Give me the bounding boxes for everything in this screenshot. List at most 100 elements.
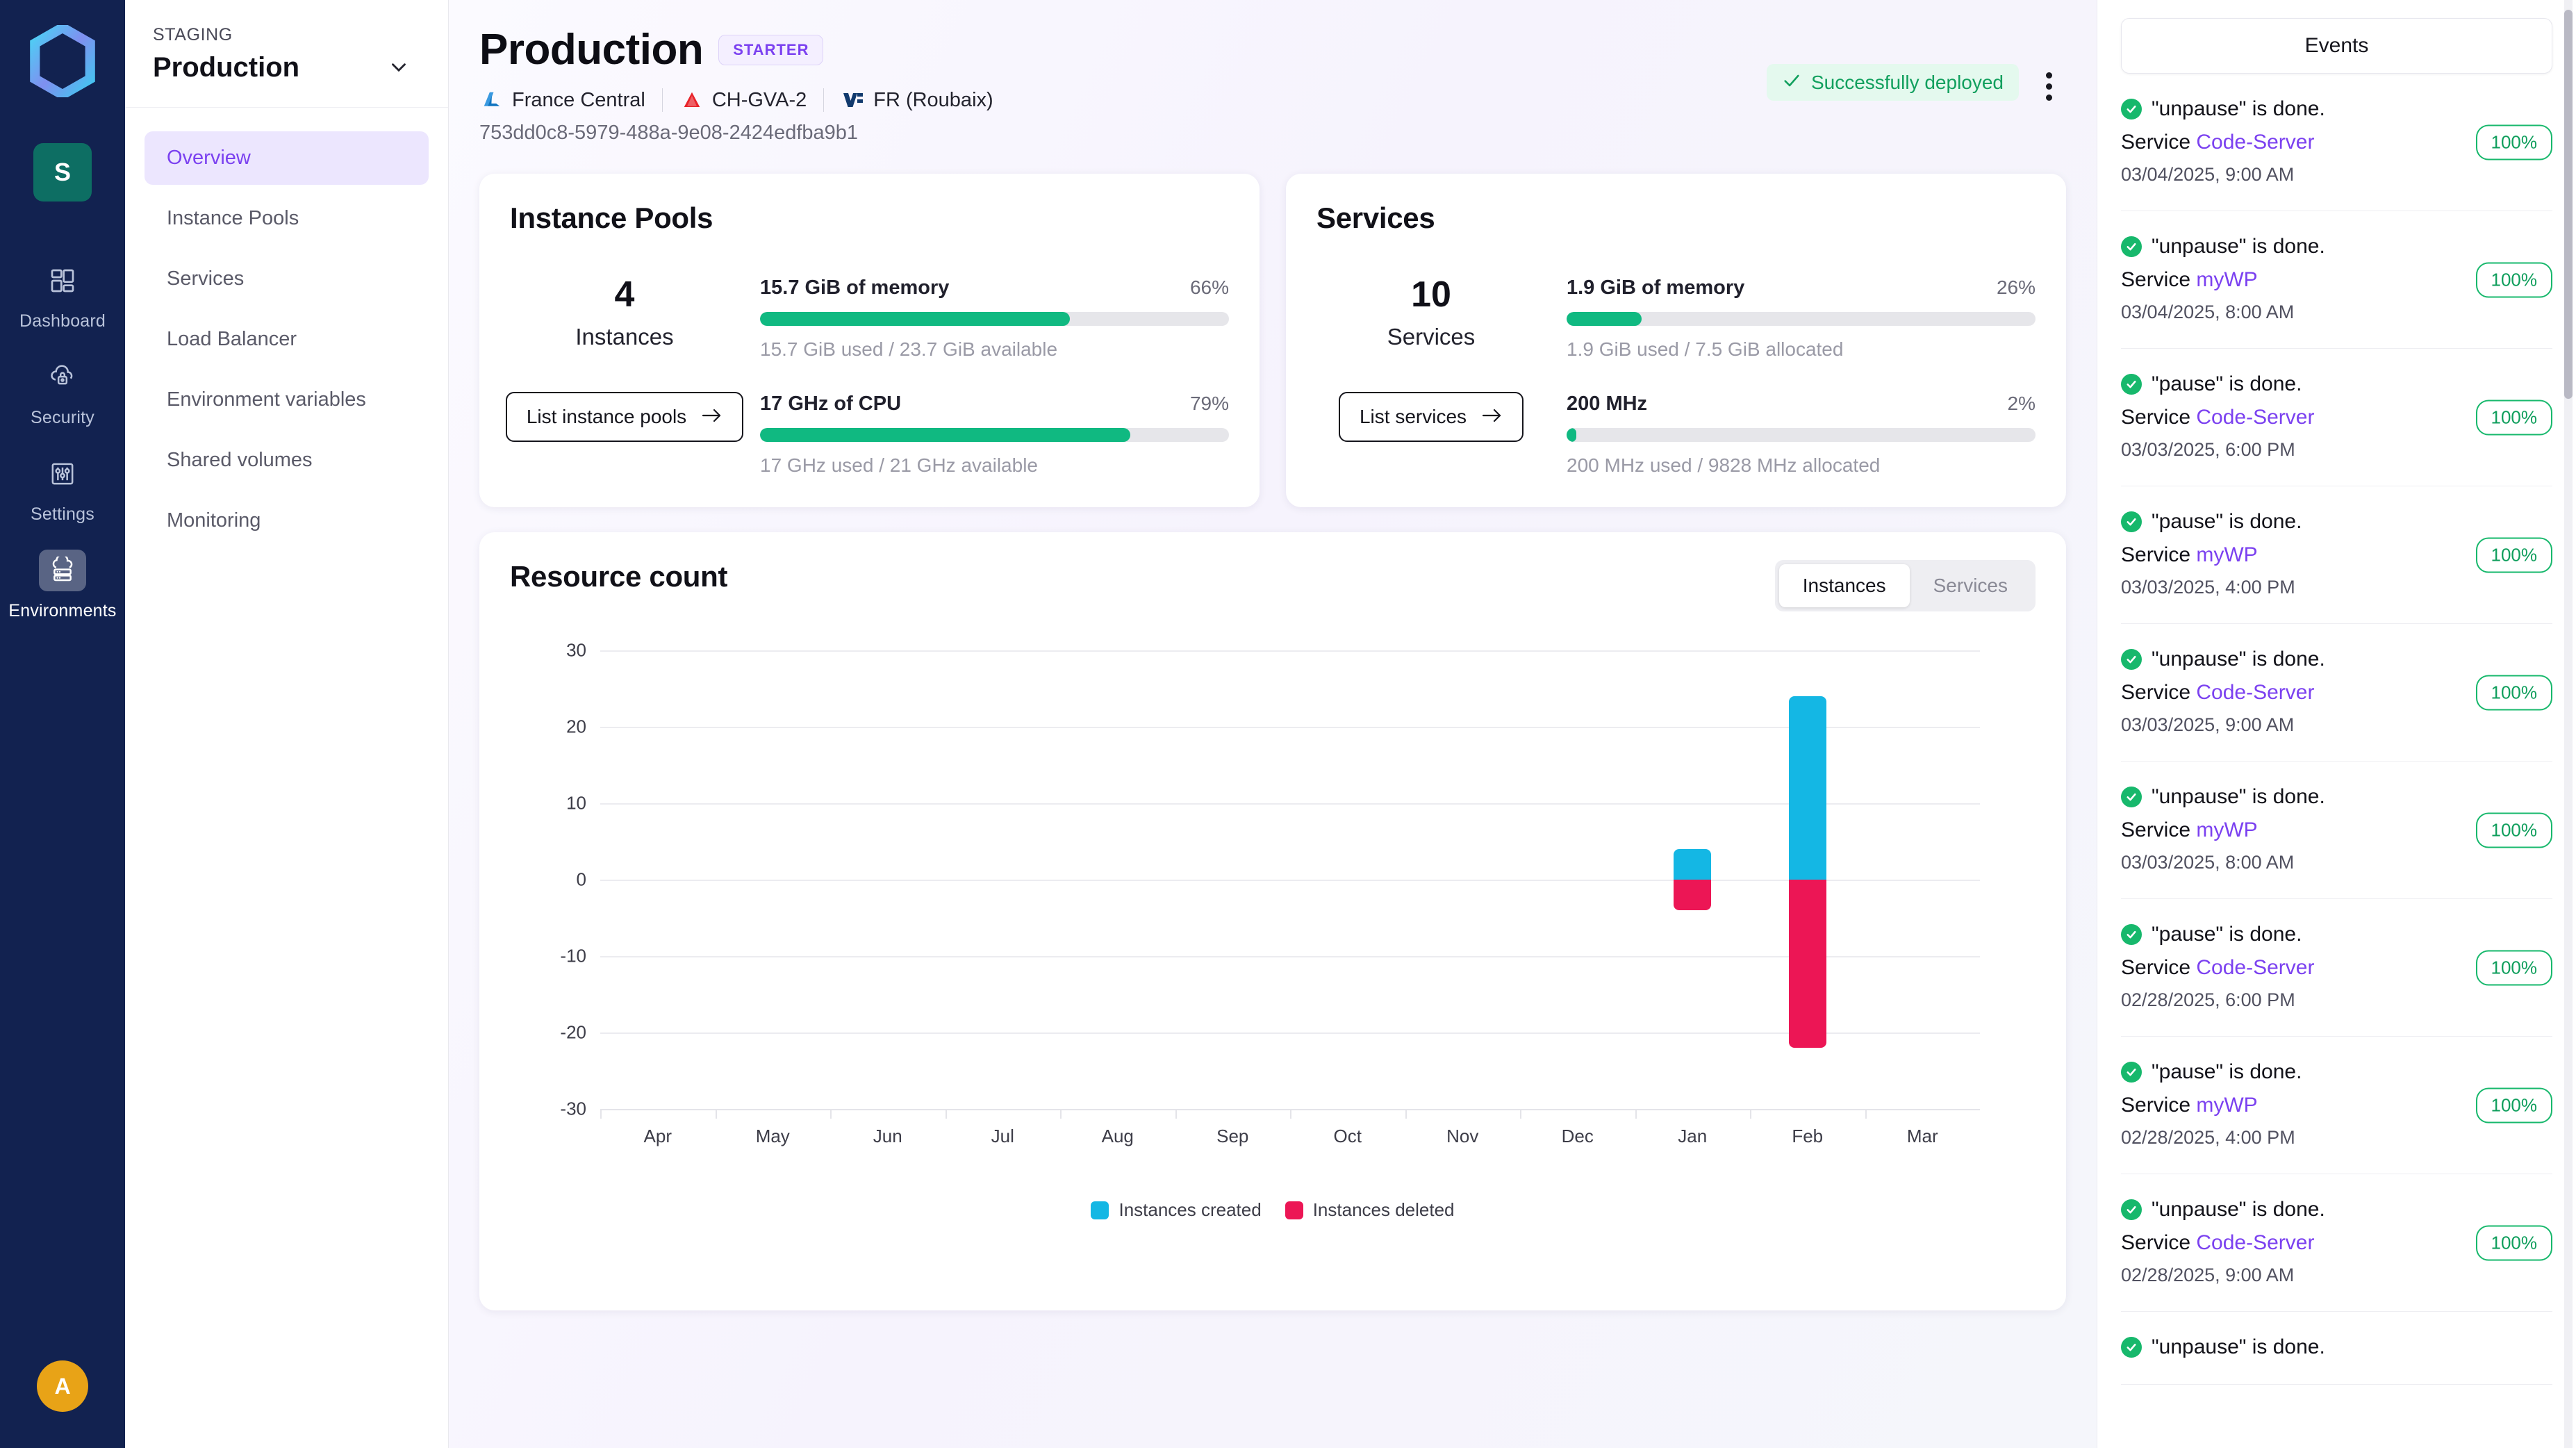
- event-title: "pause" is done.: [2121, 1060, 2552, 1084]
- bar-group[interactable]: [1788, 650, 1826, 1109]
- event-item[interactable]: "unpause" is done. Service Code-Server 03/…: [2121, 624, 2552, 762]
- rail-label-settings: Settings: [31, 504, 94, 524]
- event-service-link[interactable]: myWP: [2196, 818, 2257, 841]
- progress-fill: [760, 428, 1131, 442]
- event-item[interactable]: "unpause" is done. Service Code-Server 03/…: [2121, 74, 2552, 211]
- sidebar-item-instance-pools[interactable]: Instance Pools: [145, 192, 429, 245]
- event-action: "unpause" is done.: [2152, 235, 2325, 258]
- event-action: "unpause" is done.: [2152, 785, 2325, 808]
- event-item[interactable]: "unpause" is done. Service myWP 03/03/2025…: [2121, 762, 2552, 899]
- event-timestamp: 03/03/2025, 8:00 AM: [2121, 852, 2295, 873]
- check-circle-icon: [2121, 99, 2142, 120]
- event-service-link[interactable]: myWP: [2196, 268, 2257, 291]
- list-services-button[interactable]: List services: [1338, 392, 1524, 442]
- resource-count-panel: Resource count Instances Services 30 20 10…: [479, 532, 2066, 1310]
- x-tick-mark: [1750, 1109, 1751, 1119]
- list-instance-pools-button[interactable]: List instance pools: [505, 392, 744, 442]
- event-service-link[interactable]: Code-Server: [2196, 681, 2314, 704]
- event-action: "unpause" is done.: [2152, 648, 2325, 670]
- x-tick-label: Mar: [1906, 1126, 1938, 1146]
- event-item[interactable]: "pause" is done. Service myWP 02/28/2025, …: [2121, 1037, 2552, 1174]
- event-service-link[interactable]: Code-Server: [2196, 1231, 2314, 1254]
- summary-cards: Instance Pools 4 Instances List instance…: [449, 145, 2097, 507]
- sidebar-item-shared-volumes[interactable]: Shared volumes: [145, 434, 429, 487]
- x-axis-labels: Apr May Jun Jul Aug Sep Oct Nov Dec Jan Feb Mar: [600, 1126, 1980, 1153]
- events-tabbar: Events: [2097, 0, 2576, 74]
- event-progress-badge: 100%: [2475, 1225, 2552, 1260]
- event-service-link[interactable]: Code-Server: [2196, 956, 2314, 979]
- event-service-link[interactable]: myWP: [2196, 543, 2257, 566]
- event-item[interactable]: "pause" is done. Service Code-Server 03/03…: [2121, 349, 2552, 486]
- plan-badge: STARTER: [718, 34, 824, 65]
- org-avatar[interactable]: S: [33, 143, 92, 201]
- sidebar-item-overview[interactable]: Overview: [145, 131, 429, 185]
- sidebar-item-load-balancer[interactable]: Load Balancer: [145, 313, 429, 366]
- event-timestamp: 03/04/2025, 9:00 AM: [2121, 164, 2295, 185]
- legend-item-deleted: Instances deleted: [1285, 1199, 1455, 1221]
- metric-name: 15.7 GiB of memory: [760, 277, 950, 299]
- region-name: FR (Roubaix): [873, 88, 993, 111]
- tab-services[interactable]: Services: [1910, 564, 2031, 607]
- event-progress-badge: 100%: [2475, 1087, 2552, 1123]
- event-title: "unpause" is done.: [2121, 235, 2552, 258]
- event-service-link[interactable]: Code-Server: [2196, 406, 2314, 429]
- events-list: "unpause" is done. Service Code-Server 03/…: [2097, 74, 2576, 1448]
- event-action: "pause" is done.: [2152, 1060, 2302, 1083]
- event-item[interactable]: "unpause" is done.: [2121, 1312, 2552, 1385]
- event-progress-badge: 100%: [2475, 262, 2552, 297]
- sidebar-item-environment-variables[interactable]: Environment variables: [145, 373, 429, 427]
- progress-track: [1567, 428, 2036, 442]
- check-icon: [1782, 71, 1801, 94]
- rail-item-dashboard[interactable]: Dashboard: [0, 242, 125, 338]
- event-title: "unpause" is done.: [2121, 785, 2552, 809]
- sidebar-item-services[interactable]: Services: [145, 252, 429, 306]
- chevron-down-icon: [387, 56, 411, 79]
- instance-pools-card: Instance Pools 4 Instances List instance…: [479, 174, 1260, 507]
- more-options-icon[interactable]: [2035, 64, 2063, 109]
- tab-events[interactable]: Events: [2121, 18, 2552, 74]
- event-service-link[interactable]: myWP: [2196, 1094, 2257, 1117]
- services-card: Services 10 Services List services 1.9 G…: [1286, 174, 2066, 507]
- chart-legend: Instances created Instances deleted: [510, 1199, 2036, 1221]
- event-item[interactable]: "unpause" is done. Service myWP 03/04/2025…: [2121, 211, 2552, 349]
- event-item[interactable]: "pause" is done. Service myWP 03/03/2025, …: [2121, 486, 2552, 624]
- y-tick-label: 20: [566, 716, 586, 737]
- event-action: "pause" is done.: [2152, 372, 2302, 395]
- events-scroll-thumb[interactable]: [2564, 10, 2573, 399]
- region-item: FR (Roubaix): [823, 88, 993, 112]
- bar-group[interactable]: [1674, 650, 1712, 1109]
- event-progress-badge: 100%: [2475, 124, 2552, 160]
- event-title: "unpause" is done.: [2121, 1198, 2552, 1221]
- environment-menu: Overview Instance Pools Services Load Ba…: [125, 108, 448, 548]
- event-item[interactable]: "pause" is done. Service Code-Server 02/28…: [2121, 899, 2552, 1037]
- sidebar-item-monitoring[interactable]: Monitoring: [145, 494, 429, 548]
- event-item[interactable]: "unpause" is done. Service Code-Server 02/…: [2121, 1174, 2552, 1312]
- azure-icon: [479, 88, 504, 112]
- event-title: "unpause" is done.: [2121, 97, 2552, 121]
- user-avatar[interactable]: A: [37, 1360, 88, 1412]
- x-tick-mark: [1635, 1109, 1637, 1119]
- rail-item-environments[interactable]: Environments: [0, 532, 125, 628]
- bar-deleted: [1788, 880, 1826, 1048]
- rail-item-settings[interactable]: Settings: [0, 435, 125, 532]
- bar-created: [1788, 696, 1826, 880]
- main-content: Production STARTER France Central CH-GVA…: [449, 0, 2097, 1448]
- tab-instances[interactable]: Instances: [1778, 564, 1910, 607]
- legend-label-created: Instances created: [1118, 1199, 1262, 1220]
- environment-sidebar: STAGING Production Overview Instance Poo…: [125, 0, 449, 1448]
- cpu-metric: 17 GHz of CPU 79% 17 GHz used / 21 GHz a…: [760, 393, 1229, 477]
- check-circle-icon: [2121, 374, 2142, 395]
- legend-item-created: Instances created: [1091, 1199, 1262, 1221]
- event-timestamp: 03/03/2025, 4:00 PM: [2121, 577, 2295, 598]
- environment-picker[interactable]: STAGING Production: [125, 0, 448, 108]
- dashboard-icon: [39, 260, 86, 302]
- rail-label-security: Security: [31, 408, 94, 427]
- x-tick-mark: [1060, 1109, 1062, 1119]
- arrow-right-icon: [1482, 406, 1503, 428]
- cloud-lock-icon: [39, 356, 86, 398]
- event-service-prefix: Service: [2121, 406, 2197, 429]
- event-service-link[interactable]: Code-Server: [2196, 131, 2314, 154]
- environment-uuid: 753dd0c8-5979-488a-9e08-2424edfba9b1: [479, 122, 859, 144]
- metric-detail: 1.9 GiB used / 7.5 GiB allocated: [1567, 338, 1844, 360]
- rail-item-security[interactable]: Security: [0, 338, 125, 435]
